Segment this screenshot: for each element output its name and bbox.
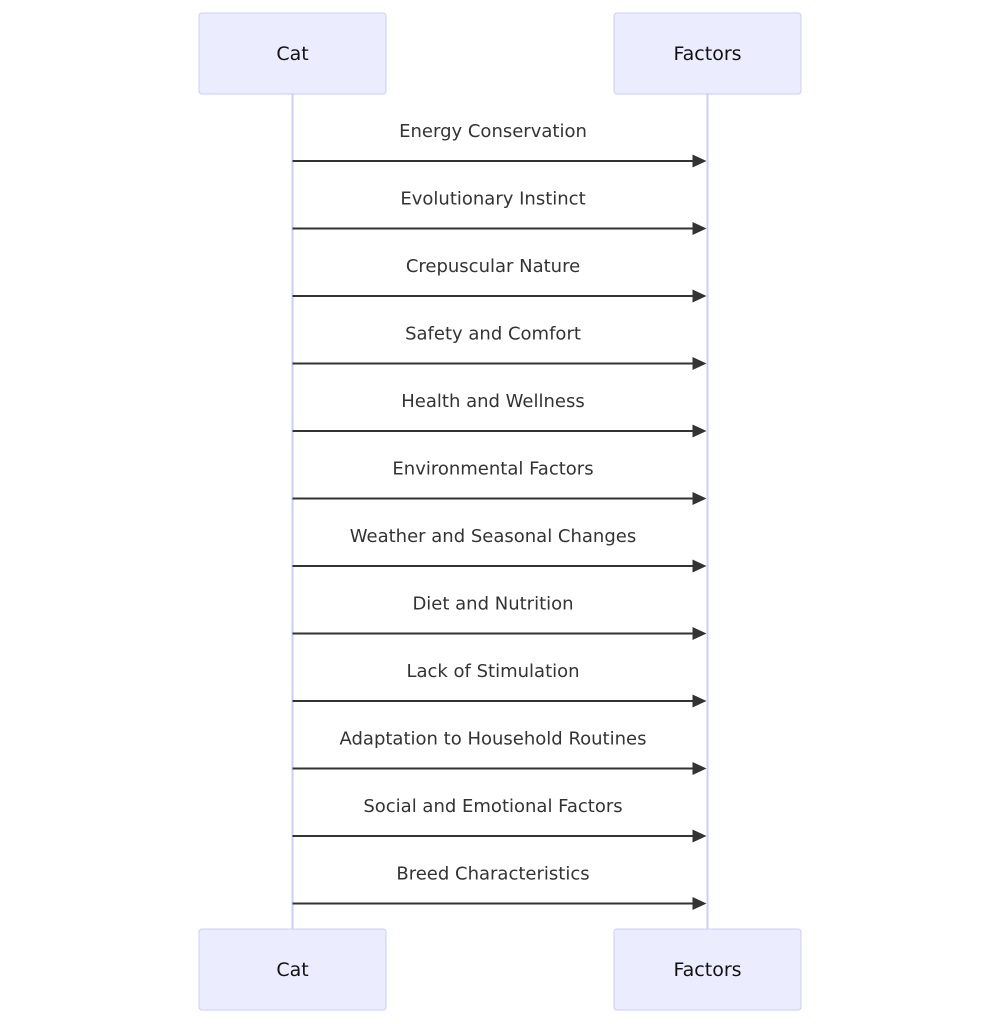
- actor-factors-bottom[interactable]: Factors: [613, 928, 802, 1011]
- message-label: Evolutionary Instinct: [400, 189, 585, 210]
- arrowhead-icon: [692, 694, 707, 708]
- message[interactable]: Crepuscular Nature: [292, 256, 707, 303]
- arrowhead-icon: [692, 424, 707, 438]
- message-label: Health and Wellness: [401, 391, 584, 412]
- arrowhead-icon: [692, 897, 707, 910]
- arrowhead-icon: [692, 222, 707, 235]
- message-label: Environmental Factors: [392, 459, 593, 480]
- message-label: Adaptation to Household Routines: [340, 729, 647, 750]
- actor-factors-top[interactable]: Factors: [613, 12, 802, 95]
- message[interactable]: Environmental Factors: [292, 459, 707, 506]
- arrowhead-icon: [692, 357, 707, 370]
- arrowhead-icon: [692, 492, 707, 505]
- actor-cat-top[interactable]: Cat: [198, 12, 387, 95]
- message-label: Crepuscular Nature: [406, 256, 580, 277]
- message[interactable]: Diet and Nutrition: [292, 594, 707, 641]
- message-label: Breed Characteristics: [396, 864, 589, 885]
- arrowhead-icon: [692, 627, 707, 640]
- message[interactable]: Health and Wellness: [292, 391, 707, 438]
- message[interactable]: Breed Characteristics: [292, 864, 707, 911]
- arrowhead-icon: [692, 154, 707, 168]
- actor-label: Factors: [673, 959, 741, 981]
- message-label: Diet and Nutrition: [412, 594, 573, 615]
- message[interactable]: Adaptation to Household Routines: [292, 729, 707, 776]
- message-label: Lack of Stimulation: [406, 661, 579, 682]
- message[interactable]: Weather and Seasonal Changes: [292, 526, 707, 573]
- message-label: Safety and Comfort: [405, 324, 581, 345]
- message[interactable]: Social and Emotional Factors: [292, 796, 707, 843]
- message[interactable]: Lack of Stimulation: [292, 661, 707, 708]
- message[interactable]: Safety and Comfort: [292, 324, 707, 371]
- message-label: Energy Conservation: [399, 121, 587, 142]
- actor-label: Cat: [276, 959, 308, 981]
- arrowhead-icon: [692, 559, 707, 573]
- arrowhead-icon: [692, 829, 707, 843]
- actor-cat-bottom[interactable]: Cat: [198, 928, 387, 1011]
- arrowhead-icon: [692, 289, 707, 303]
- message[interactable]: Evolutionary Instinct: [292, 189, 707, 236]
- actor-label: Factors: [673, 43, 741, 65]
- arrowhead-icon: [692, 762, 707, 775]
- actor-label: Cat: [276, 43, 308, 65]
- sequence-diagram: Cat Factors Energy Conservation Evolution…: [198, 12, 802, 1011]
- message-label: Weather and Seasonal Changes: [350, 526, 636, 547]
- message-label: Social and Emotional Factors: [363, 796, 622, 817]
- message[interactable]: Energy Conservation: [292, 121, 707, 168]
